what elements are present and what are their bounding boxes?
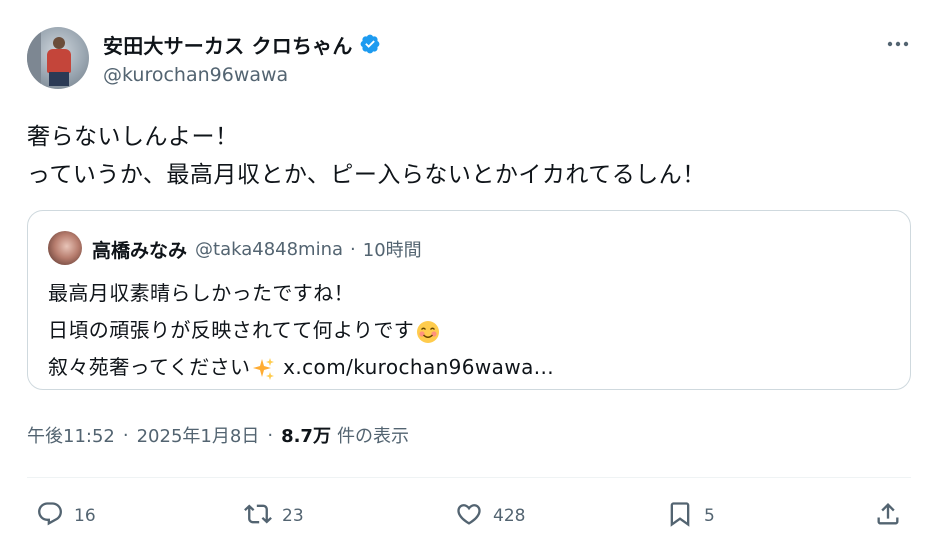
retweet-icon	[244, 500, 272, 533]
reply-count: 16	[74, 506, 96, 526]
like-button[interactable]: 428	[455, 497, 525, 535]
separator-dot: ·	[267, 424, 274, 446]
quoted-tweet-time: 10時間	[362, 240, 422, 261]
retweet-button[interactable]: 23	[244, 497, 304, 535]
share-button[interactable]	[874, 497, 902, 535]
tweet-text-line: 奢らないしんよー！	[27, 124, 239, 150]
tweet-meta: 午後11:52 · 2025年1月8日 · 8.7万 件の表示	[27, 420, 409, 450]
more-options-icon[interactable]	[886, 34, 910, 54]
author-handle[interactable]: @kurochan96wawa	[103, 64, 288, 86]
sparkles-emoji-icon	[252, 356, 276, 380]
bookmark-button[interactable]: 5	[666, 497, 715, 535]
verified-badge-icon	[359, 33, 381, 55]
quoted-tweet[interactable]: 高橋みなみ @taka4848mina · 10時間 最高月収素晴らしかったです…	[27, 210, 911, 390]
separator-dot: ·	[350, 238, 356, 260]
tweet-text: 奢らないしんよー！ っていうか、最高月収とか、ピー入らないとかイカれてるしん！	[27, 118, 907, 194]
quoted-text-line-content: 日頃の頑張りが反映されてて何よりです	[48, 318, 415, 342]
view-count-label: 件の表示	[336, 426, 409, 447]
retweet-count: 23	[282, 506, 304, 526]
quoted-author-handle: @taka4848mina	[195, 238, 344, 260]
view-count: 8.7万	[281, 426, 331, 447]
divider	[27, 477, 911, 478]
quoted-tweet-link[interactable]: x.com/kurochan96wawa...	[276, 349, 554, 386]
reply-icon	[36, 500, 64, 533]
quoted-text-line-content: 叙々苑奢ってください	[48, 355, 251, 379]
quoted-author-name: 高橋みなみ	[92, 239, 188, 262]
tweet-time[interactable]: 午後11:52	[27, 422, 115, 448]
quoted-tweet-header: 高橋みなみ @taka4848mina · 10時間	[92, 235, 422, 263]
reply-button[interactable]: 16	[36, 497, 96, 535]
quoted-text-line-content: 最高月収素晴らしかったですね！	[48, 281, 354, 305]
author-display-name[interactable]: 安田大サーカス クロちゃん	[103, 30, 353, 59]
quoted-text-line: 叙々苑奢ってください x.com/kurochan96wawa...	[48, 349, 898, 386]
tweet-card: 安田大サーカス クロちゃん @kurochan96wawa 奢らないしんよー！ …	[0, 0, 934, 554]
quoted-text-line: 日頃の頑張りが反映されてて何よりです	[48, 312, 898, 349]
heart-icon	[455, 500, 483, 533]
tweet-text-line: っていうか、最高月収とか、ピー入らないとかイカれてるしん！	[27, 162, 706, 188]
quoted-text-line: 最高月収素晴らしかったですね！	[48, 275, 898, 312]
separator-dot: ·	[122, 424, 129, 446]
smiling-face-emoji-icon	[416, 319, 440, 343]
like-count: 428	[493, 506, 526, 526]
author-avatar[interactable]	[27, 27, 89, 89]
share-icon	[874, 500, 902, 533]
quoted-author-avatar	[48, 231, 82, 265]
bookmark-count: 5	[704, 506, 715, 526]
author-name-row[interactable]: 安田大サーカス クロちゃん	[103, 30, 381, 58]
bookmark-icon	[666, 500, 694, 533]
quoted-tweet-text: 最高月収素晴らしかったですね！ 日頃の頑張りが反映されてて何よりです 叙々苑奢っ…	[48, 275, 898, 386]
tweet-date[interactable]: 2025年1月8日	[137, 422, 260, 448]
